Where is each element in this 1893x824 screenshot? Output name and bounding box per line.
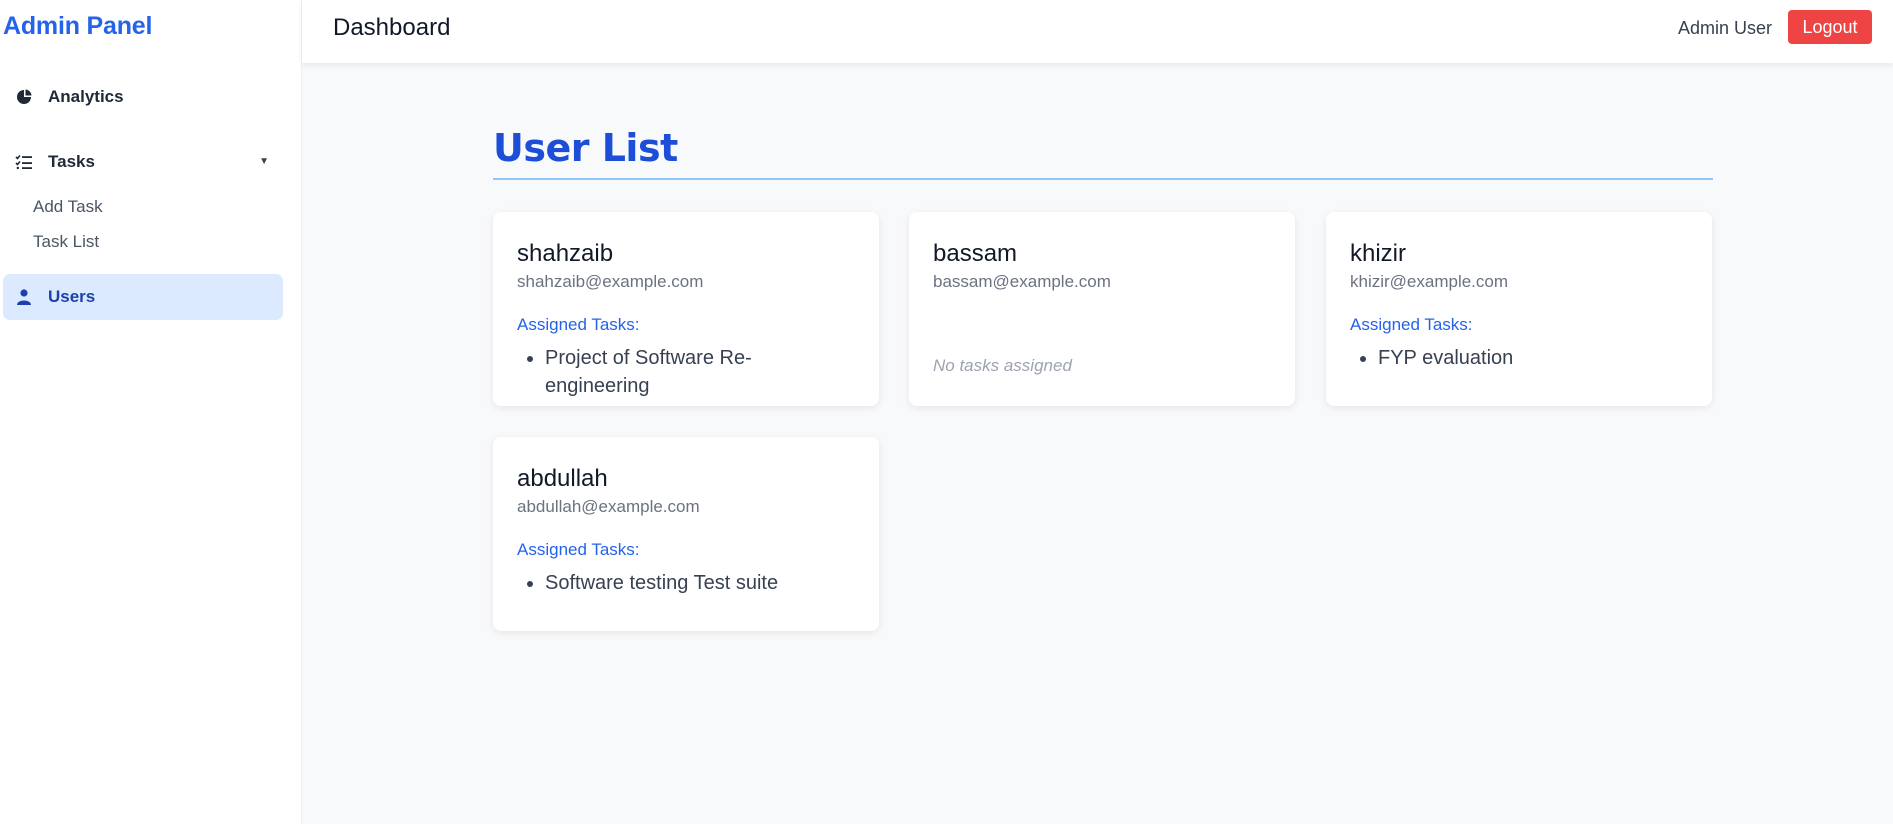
top-bar: Dashboard Admin User Logout bbox=[302, 0, 1893, 63]
user-name: bassam bbox=[933, 240, 1018, 267]
assigned-tasks-label: Assigned Tasks: bbox=[517, 540, 640, 559]
app: Admin Panel Analytics Tasks ▼ Add Task T… bbox=[0, 0, 1893, 824]
sidebar-subitem-add-task[interactable]: Add Task bbox=[33, 197, 103, 217]
brand-title: Admin Panel bbox=[3, 12, 153, 40]
sidebar-item-users[interactable]: Users bbox=[3, 274, 283, 320]
user-card: abdullah abdullah@example.com Assigned T… bbox=[493, 437, 879, 631]
sidebar-item-tasks[interactable]: Tasks ▼ bbox=[3, 139, 283, 185]
logout-button[interactable]: Logout bbox=[1788, 10, 1872, 44]
user-email: bassam@example.com bbox=[933, 272, 1111, 291]
sidebar-item-label: Tasks bbox=[48, 152, 95, 171]
sidebar-item-analytics[interactable]: Analytics bbox=[3, 74, 283, 120]
user-name: abdullah bbox=[517, 465, 608, 492]
current-user-name: Admin User bbox=[1678, 18, 1773, 38]
task-item: FYP evaluation bbox=[1378, 344, 1688, 372]
user-email: abdullah@example.com bbox=[517, 497, 700, 516]
assigned-tasks-label: Assigned Tasks: bbox=[517, 315, 640, 334]
page-title: User List bbox=[493, 126, 678, 170]
user-card: shahzaib shahzaib@example.com Assigned T… bbox=[493, 212, 879, 406]
task-list: Software testing Test suite bbox=[517, 569, 855, 597]
assigned-tasks-label: Assigned Tasks: bbox=[1350, 315, 1473, 334]
user-name: shahzaib bbox=[517, 240, 614, 267]
user-email: khizir@example.com bbox=[1350, 272, 1509, 291]
user-icon bbox=[13, 286, 35, 308]
main-content: Dashboard Admin User Logout User List sh… bbox=[302, 0, 1893, 824]
list-check-icon bbox=[13, 151, 35, 173]
no-tasks-message: No tasks assigned bbox=[933, 356, 1072, 375]
pie-chart-icon bbox=[13, 86, 35, 108]
sidebar: Admin Panel Analytics Tasks ▼ Add Task T… bbox=[0, 0, 302, 824]
user-name: khizir bbox=[1350, 240, 1407, 267]
title-divider bbox=[493, 178, 1713, 180]
task-item: Project of Software Re-engineering bbox=[545, 344, 855, 400]
user-card: bassam bassam@example.com No tasks assig… bbox=[909, 212, 1295, 406]
sidebar-item-label: Users bbox=[48, 287, 96, 306]
chevron-down-icon: ▼ bbox=[259, 156, 269, 167]
task-item: Software testing Test suite bbox=[545, 569, 855, 597]
page-header-title: Dashboard bbox=[333, 14, 451, 41]
task-list: Project of Software Re-engineering bbox=[517, 344, 855, 400]
sidebar-item-label: Analytics bbox=[48, 87, 124, 106]
user-card: khizir khizir@example.com Assigned Tasks… bbox=[1326, 212, 1712, 406]
task-list: FYP evaluation bbox=[1350, 344, 1688, 372]
sidebar-subitem-task-list[interactable]: Task List bbox=[33, 232, 99, 252]
user-email: shahzaib@example.com bbox=[517, 272, 704, 291]
